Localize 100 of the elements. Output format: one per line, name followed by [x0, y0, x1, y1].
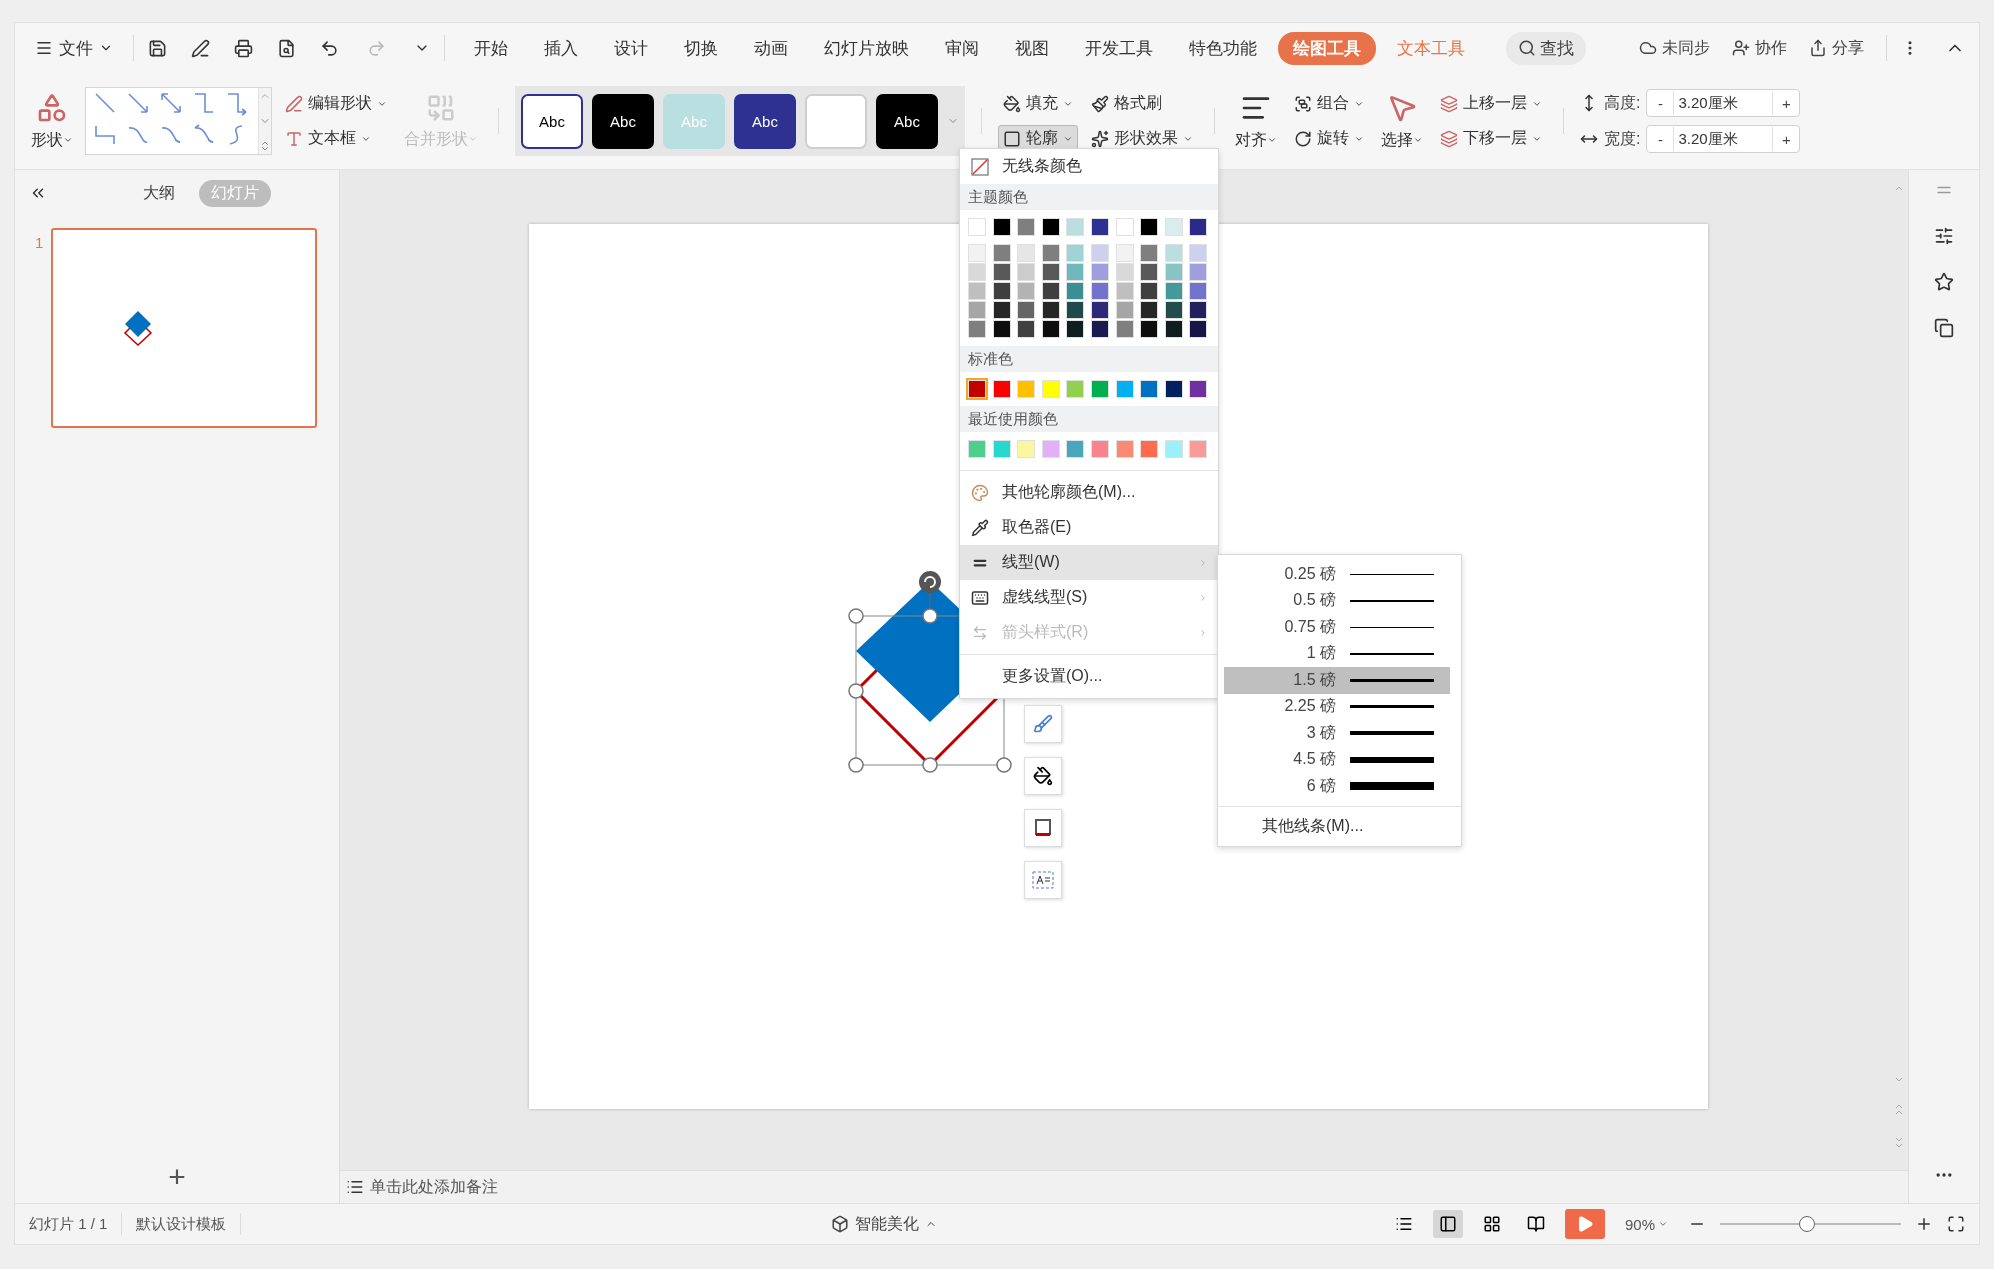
color-swatch[interactable]	[968, 282, 986, 300]
print-icon[interactable]	[234, 38, 253, 58]
decrement-button[interactable]: -	[1647, 129, 1674, 149]
color-swatch[interactable]	[1090, 320, 1109, 338]
size-field[interactable]: - 3.20厘米 +	[1646, 89, 1801, 117]
color-swatch[interactable]	[1189, 244, 1208, 262]
collab-button[interactable]: 协作	[1724, 33, 1795, 63]
menu-item[interactable]: 更多设置(O)...	[960, 659, 1218, 694]
color-swatch[interactable]	[1189, 218, 1208, 236]
color-swatch[interactable]	[1140, 244, 1159, 262]
color-swatch[interactable]	[1066, 263, 1085, 281]
rotate-button[interactable]: 旋转	[1289, 125, 1369, 152]
color-swatch[interactable]	[1140, 218, 1159, 236]
beautify-button[interactable]: 智能美化	[825, 1212, 944, 1236]
color-swatch[interactable]	[1017, 380, 1036, 398]
color-swatch[interactable]	[1041, 263, 1060, 281]
line-weight-item[interactable]: 2.25 磅	[1224, 693, 1450, 720]
increment-button[interactable]: +	[1773, 129, 1800, 149]
line-weight-item[interactable]: 1 磅	[1224, 640, 1450, 667]
fill-button[interactable]: 填充	[998, 90, 1078, 117]
color-swatch[interactable]	[1090, 282, 1109, 300]
shape-style-swatch[interactable]: Abc	[734, 93, 796, 149]
line-weight-item[interactable]: 3 磅	[1224, 720, 1450, 747]
zoom-thumb[interactable]	[1799, 1216, 1816, 1232]
color-swatch[interactable]	[1164, 301, 1183, 319]
color-swatch[interactable]	[1115, 282, 1134, 300]
menu-item[interactable]: 其他轮廓颜色(M)...	[960, 475, 1218, 510]
color-swatch[interactable]	[1041, 320, 1060, 338]
panel-tab[interactable]: 大纲	[131, 179, 187, 207]
color-swatch[interactable]	[1164, 263, 1183, 281]
color-swatch[interactable]	[1140, 282, 1159, 300]
color-swatch[interactable]	[1115, 380, 1134, 398]
ribbon-tab[interactable]: 插入	[529, 31, 593, 65]
add-slide-button[interactable]: +	[162, 1161, 192, 1193]
color-swatch[interactable]	[1066, 380, 1085, 398]
settings-icon[interactable]	[1934, 226, 1954, 246]
color-swatch[interactable]	[1115, 301, 1134, 319]
color-swatch[interactable]	[1066, 244, 1085, 262]
color-swatch[interactable]	[992, 380, 1011, 398]
color-swatch[interactable]	[1017, 282, 1036, 300]
search-button[interactable]: 查找	[1506, 31, 1586, 65]
color-swatch[interactable]	[1090, 380, 1109, 398]
color-swatch[interactable]	[992, 320, 1011, 338]
color-swatch[interactable]	[1164, 320, 1183, 338]
color-swatch[interactable]	[1041, 440, 1060, 458]
play-button[interactable]	[1564, 1209, 1605, 1239]
zoom-in-icon[interactable]	[1915, 1215, 1933, 1233]
brush-button[interactable]	[1024, 705, 1062, 743]
color-swatch[interactable]	[992, 218, 1011, 236]
save-icon[interactable]	[148, 38, 167, 58]
shape-style-swatch[interactable]: Abc	[876, 93, 938, 149]
color-swatch[interactable]	[992, 301, 1011, 319]
color-swatch[interactable]	[1041, 244, 1060, 262]
text-box-button[interactable]: 文本框	[280, 125, 392, 152]
star-icon[interactable]	[1934, 272, 1954, 292]
color-swatch[interactable]	[1066, 218, 1085, 236]
color-swatch[interactable]	[1066, 301, 1085, 319]
color-swatch[interactable]	[1017, 301, 1036, 319]
color-swatch[interactable]	[1115, 440, 1134, 458]
color-swatch[interactable]	[968, 380, 986, 398]
ribbon-tab[interactable]: 动画	[739, 31, 803, 65]
menu-item[interactable]: 虚线线型(S)	[960, 580, 1218, 615]
color-swatch[interactable]	[1189, 380, 1208, 398]
color-swatch[interactable]	[968, 301, 986, 319]
color-swatch[interactable]	[1164, 218, 1183, 236]
bring-forward-button[interactable]: 上移一层	[1435, 90, 1547, 117]
color-swatch[interactable]	[992, 440, 1011, 458]
color-swatch[interactable]	[968, 320, 986, 338]
text-box-button[interactable]	[1024, 861, 1062, 899]
ribbon-tab[interactable]: 开发工具	[1070, 31, 1168, 65]
color-swatch[interactable]	[1164, 282, 1183, 300]
color-swatch[interactable]	[1164, 440, 1183, 458]
color-swatch[interactable]	[1017, 320, 1036, 338]
color-swatch[interactable]	[968, 440, 986, 458]
color-swatch[interactable]	[1041, 380, 1060, 398]
fit-window-icon[interactable]	[1947, 1215, 1965, 1233]
color-swatch[interactable]	[1140, 320, 1159, 338]
color-swatch[interactable]	[1090, 218, 1109, 236]
color-swatch[interactable]	[968, 218, 986, 236]
ribbon-tab[interactable]: 特色功能	[1174, 31, 1272, 65]
line-weight-item[interactable]: 6 磅	[1224, 773, 1450, 800]
color-swatch[interactable]	[968, 244, 986, 262]
align-button[interactable]: 对齐	[1231, 89, 1281, 153]
decrement-button[interactable]: -	[1647, 93, 1674, 113]
color-swatch[interactable]	[992, 263, 1011, 281]
color-swatch[interactable]	[1066, 440, 1085, 458]
line-weight-item[interactable]: 0.5 磅	[1224, 587, 1450, 614]
line-shape-gallery[interactable]	[85, 87, 272, 155]
line-weight-item[interactable]: 0.75 磅	[1224, 614, 1450, 641]
color-swatch[interactable]	[1115, 218, 1134, 236]
select-button[interactable]: 选择	[1377, 89, 1427, 153]
color-swatch[interactable]	[992, 282, 1011, 300]
zoom-menu[interactable]: 90%	[1618, 1214, 1674, 1234]
fill-button[interactable]	[1024, 757, 1062, 795]
menu-item[interactable]: 无线条颜色	[960, 149, 1218, 184]
color-swatch[interactable]	[1090, 440, 1109, 458]
menu-item[interactable]: 取色器(E)	[960, 510, 1218, 545]
color-swatch[interactable]	[1140, 301, 1159, 319]
color-swatch[interactable]	[1017, 244, 1036, 262]
color-swatch[interactable]	[1066, 320, 1085, 338]
